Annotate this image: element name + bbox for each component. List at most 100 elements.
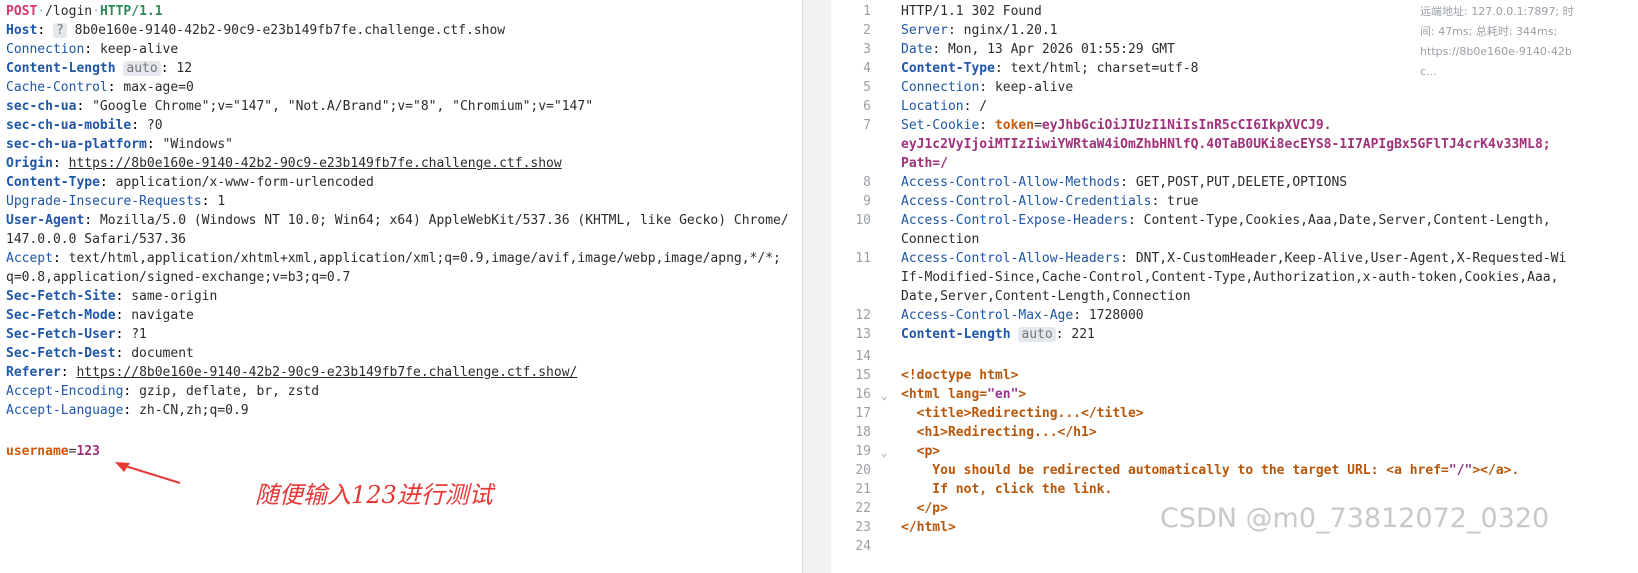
line-number bbox=[831, 268, 871, 287]
request-path: /login bbox=[45, 4, 93, 19]
line-number: 12 bbox=[855, 308, 871, 323]
request-header: Content-Type: application/x-www-form-url… bbox=[6, 175, 374, 190]
request-header: Upgrade-Insecure-Requests: 1 bbox=[6, 194, 226, 209]
request-header: User-Agent: Mozilla/5.0 (Windows NT 10.0… bbox=[6, 213, 789, 228]
fold-chevron-icon[interactable]: ⌄ bbox=[881, 386, 888, 405]
header-key: Host bbox=[6, 23, 38, 38]
line-number: 3 bbox=[863, 42, 871, 57]
response-header-acma: Access-Control-Max-Age: 1728000 bbox=[901, 308, 1144, 323]
header-key: sec-ch-ua-mobile bbox=[6, 118, 132, 133]
header-key: Connection bbox=[6, 42, 85, 57]
html-close: </html> bbox=[901, 520, 956, 535]
response-header-location: Location: / bbox=[901, 99, 988, 114]
line-number: 13 bbox=[855, 327, 871, 342]
header-key: Accept-Encoding bbox=[6, 384, 124, 399]
header-key: Sec-Fetch-User bbox=[6, 327, 116, 342]
response-header-connection: Connection: keep-alive bbox=[901, 80, 1074, 95]
html-h1: <h1>Redirecting...</h1> bbox=[901, 425, 1097, 440]
response-header-content-type: Content-Type: text/html; charset=utf-8 bbox=[901, 61, 1199, 76]
response-header-acah: Access-Control-Allow-Headers: DNT,X-Cust… bbox=[901, 251, 1567, 266]
annotation-arrow-icon bbox=[115, 462, 181, 484]
header-key: sec-ch-ua-platform bbox=[6, 137, 147, 152]
request-header: Connection: keep-alive bbox=[6, 42, 179, 57]
header-value: text/html,application/xhtml+xml,applicat… bbox=[68, 251, 781, 266]
request-header: Sec-Fetch-Mode: navigate bbox=[6, 308, 194, 323]
header-value: ?0 bbox=[146, 118, 163, 133]
header-value: same-origin bbox=[131, 289, 218, 304]
info-panel: 远端地址: 127.0.0.1:7897; 时 间: 47ms; 总耗时: 34… bbox=[1420, 2, 1638, 82]
header-link[interactable]: https://8b0e160e-9140-42b2-90c9-e23b149f… bbox=[76, 365, 577, 380]
info-line: 间: 47ms; 总耗时: 344ms; bbox=[1420, 25, 1558, 38]
line-number: 23 bbox=[855, 520, 871, 535]
line-number: 14 bbox=[855, 349, 871, 364]
request-header: Accept-Language: zh-CN,zh;q=0.9 bbox=[6, 403, 249, 418]
response-header-content-length: Content-Length auto: 221 bbox=[901, 327, 1095, 342]
header-link[interactable]: https://8b0e160e-9140-42b2-90c9-e23b149f… bbox=[69, 156, 562, 171]
header-value: 8b0e160e-9140-42b2-90c9-e23b149fb7fe.cha… bbox=[74, 23, 506, 38]
request-body: username=123 bbox=[6, 444, 100, 459]
response-viewer[interactable]: 1 2 3 4 5 6 7 8 9 10 11 12 13 14 15 16 17 18 19 20 21 22 23 24 … bbox=[831, 0, 1638, 573]
header-value: "Windows" bbox=[162, 137, 233, 152]
response-header-acah-cont: If-Modified-Since,Cache-Control,Content-… bbox=[901, 270, 1559, 285]
line-number: 1 bbox=[863, 4, 871, 19]
host-badge[interactable]: ? bbox=[52, 23, 67, 38]
request-header: Origin: https://8b0e160e-9140-42b2-90c9-… bbox=[6, 156, 562, 171]
line-number: 11 bbox=[855, 251, 871, 266]
response-status: HTTP/1.1 302 Found bbox=[901, 4, 1042, 19]
watermark: CSDN @m0_73812072_0320 bbox=[1160, 503, 1550, 534]
header-key: Sec-Fetch-Mode bbox=[6, 308, 116, 323]
header-value: 1 bbox=[217, 194, 226, 209]
header-key: Accept bbox=[6, 251, 53, 266]
header-value: ?1 bbox=[131, 327, 147, 342]
html-p-text-2: If not, click the link. bbox=[901, 482, 1113, 497]
html-p-open: <p> bbox=[901, 444, 941, 459]
pane-divider[interactable] bbox=[802, 0, 832, 573]
response-header-set-cookie: Set-Cookie: token=eyJhbGciOiJIUzI1NiIsIn… bbox=[901, 118, 1332, 133]
response-header-acac: Access-Control-Allow-Credentials: true bbox=[901, 194, 1199, 209]
request-header: Host: ? 8b0e160e-9140-42b2-90c9-e23b149f… bbox=[6, 23, 506, 38]
request-header: Sec-Fetch-Site: same-origin bbox=[6, 289, 218, 304]
line-number: 24 bbox=[855, 539, 871, 554]
line-number: 7 bbox=[863, 118, 871, 133]
header-value: Mozilla/5.0 (Windows NT 10.0; Win64; x64… bbox=[99, 213, 789, 228]
response-header-acam: Access-Control-Allow-Methods: GET,POST,P… bbox=[901, 175, 1348, 190]
html-doctype: <!doctype html> bbox=[901, 368, 1019, 383]
header-value: q=0.8,application/signed-exchange;v=b3;q… bbox=[6, 270, 351, 285]
line-number: 16 bbox=[855, 387, 871, 402]
header-key: Accept-Language bbox=[6, 403, 124, 418]
header-value: document bbox=[131, 346, 194, 361]
line-number bbox=[831, 287, 871, 306]
fold-chevron-icon[interactable]: ⌄ bbox=[881, 443, 888, 462]
line-number: 20 bbox=[855, 463, 871, 478]
info-link[interactable]: https://8b0e160e-9140-42b bbox=[1420, 42, 1638, 62]
request-header: sec-ch-ua: "Google Chrome";v="147", "Not… bbox=[6, 99, 594, 114]
line-number: 8 bbox=[863, 175, 871, 190]
cookie-value-continued: eyJ1c2VyIjoiMTIzIiwiYWRtaW4iOmZhbHNlfQ.4… bbox=[901, 137, 1551, 152]
line-number: 9 bbox=[863, 194, 871, 209]
line-number: 4 bbox=[863, 61, 871, 76]
request-header: q=0.8,application/signed-exchange;v=b3;q… bbox=[6, 268, 350, 287]
line-number: 6 bbox=[863, 99, 871, 114]
request-header: sec-ch-ua-mobile: ?0 bbox=[6, 118, 163, 133]
line-number bbox=[831, 135, 871, 154]
html-open: <html lang="en"> bbox=[901, 387, 1027, 402]
request-version: HTTP/1.1 bbox=[99, 4, 163, 19]
request-editor[interactable]: POST·/login·HTTP/1.1 Host: ? 8b0e160e-91… bbox=[0, 0, 802, 573]
line-number: 18 bbox=[855, 425, 871, 440]
header-value: "Google Chrome";v="147", "Not.A/Brand";v… bbox=[92, 99, 594, 114]
header-value: zh-CN,zh;q=0.9 bbox=[139, 403, 249, 418]
response-header-date: Date: Mon, 13 Apr 2026 01:55:29 GMT bbox=[901, 42, 1175, 57]
line-number: 15 bbox=[855, 368, 871, 383]
body-param-value: 123 bbox=[76, 444, 100, 459]
header-key: Content-Length bbox=[6, 61, 116, 76]
auto-badge[interactable]: auto bbox=[123, 61, 161, 76]
header-key: Content-Type bbox=[6, 175, 100, 190]
header-key: User-Agent bbox=[6, 213, 85, 228]
request-header: Sec-Fetch-User: ?1 bbox=[6, 327, 147, 342]
request-line: POST·/login·HTTP/1.1 bbox=[6, 4, 163, 19]
header-value: gzip, deflate, br, zstd bbox=[139, 384, 320, 399]
line-number bbox=[831, 230, 871, 249]
auto-badge[interactable]: auto bbox=[1018, 327, 1056, 342]
line-number: 19 bbox=[855, 444, 871, 459]
cookie-path: Path=/ bbox=[901, 156, 948, 171]
